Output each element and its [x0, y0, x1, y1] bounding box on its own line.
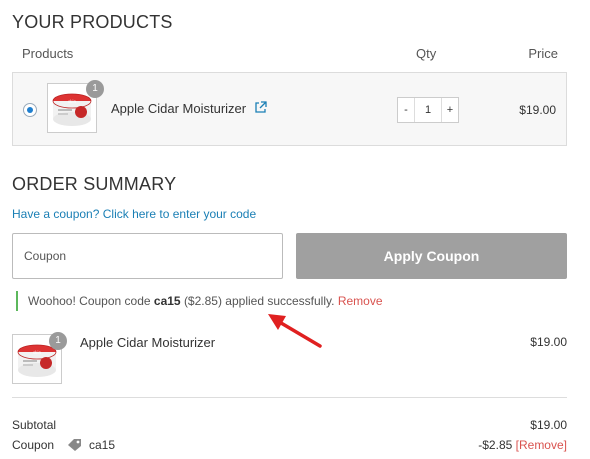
totals-divider [12, 397, 567, 398]
qty-value[interactable]: 1 [414, 98, 442, 122]
coupon-toggle-link[interactable]: Have a coupon? Click here to enter your … [12, 207, 256, 221]
summary-item-price: $19.00 [530, 335, 567, 349]
success-prefix: Woohoo! Coupon code [28, 294, 151, 308]
coupon-total-value-group: -$2.85 [Remove] [478, 438, 567, 452]
qty-column-header: Qty [416, 46, 437, 61]
external-link-icon[interactable] [254, 101, 267, 114]
product-name: Apple Cidar Moisturizer [111, 101, 247, 116]
remove-coupon-link[interactable]: Remove [338, 294, 383, 308]
coupon-total-remove-link[interactable]: [Remove] [516, 438, 567, 452]
annotation-arrow-icon [268, 314, 322, 348]
qty-decrement-button[interactable]: - [398, 98, 414, 122]
quantity-badge: 1 [86, 80, 104, 98]
product-radio[interactable] [23, 103, 37, 117]
subtotal-value: $19.00 [530, 418, 567, 432]
success-suffix: ($2.85) applied successfully. [183, 294, 335, 308]
quantity-stepper: - 1 + [397, 97, 459, 123]
order-summary-title: ORDER SUMMARY [12, 174, 177, 194]
moisturizer-jar-image: skin [17, 344, 57, 377]
price-column-header: Price [528, 46, 558, 61]
product-price: $19.00 [519, 103, 556, 117]
apply-coupon-button[interactable]: Apply Coupon [296, 233, 567, 279]
coupon-input[interactable] [12, 233, 283, 279]
moisturizer-jar-image: skin [52, 93, 92, 126]
coupon-success-message: Woohoo! Coupon code ca15 ($2.85) applied… [16, 291, 383, 311]
summary-quantity-badge: 1 [49, 332, 67, 350]
coupon-total-value: -$2.85 [478, 438, 513, 452]
svg-text:skin: skin [33, 350, 42, 355]
svg-text:skin: skin [68, 99, 77, 104]
subtotal-label: Subtotal [12, 418, 57, 432]
success-coupon-code: ca15 [153, 294, 181, 308]
product-row: skin 1 Apple Cidar Moisturizer - 1 + $19… [12, 72, 567, 146]
products-column-header: Products [22, 46, 74, 61]
qty-increment-button[interactable]: + [442, 98, 458, 122]
coupon-total-label: Coupon [12, 438, 55, 452]
summary-item-name: Apple Cidar Moisturizer [80, 335, 216, 350]
coupon-total-code: ca15 [89, 438, 116, 452]
your-products-title: YOUR PRODUCTS [12, 12, 173, 32]
tag-icon [68, 439, 81, 451]
